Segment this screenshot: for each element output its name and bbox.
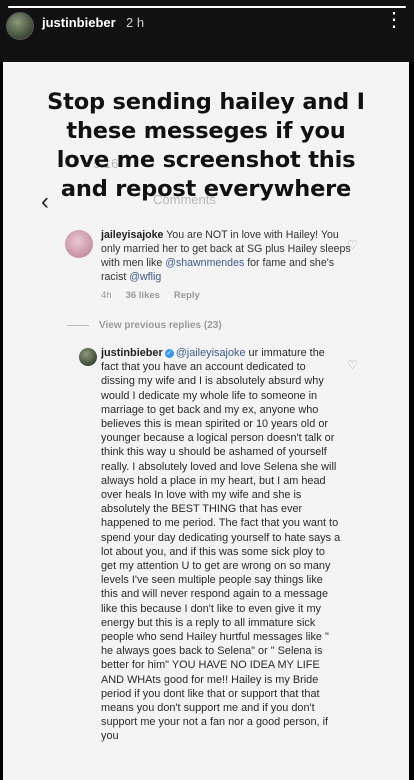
like-heart-icon[interactable]: ♡ (347, 358, 358, 372)
comment-avatar[interactable] (65, 230, 93, 258)
comment-meta: 4h 36 likes Reply (101, 290, 214, 301)
comment-body: jaileyisajoke You are NOT in love with H… (101, 229, 351, 283)
story-progress-fill (8, 6, 406, 8)
reply-username[interactable]: justinbieber (101, 347, 163, 359)
comment-likes[interactable]: 36 likes (126, 290, 160, 301)
headline-line-2: these messeges if you (66, 118, 346, 144)
mention-link[interactable]: @jaileyisajoke (176, 347, 246, 359)
headline-line-4: and repost everywhere (60, 176, 352, 202)
story-header: justinbieber 2 h ⋮ (0, 0, 414, 62)
story-progress-bar (8, 6, 406, 8)
reply-text: ur immature the fact that you have an ac… (101, 347, 341, 743)
mention-link[interactable]: @shawnmendes (165, 257, 244, 269)
reply-button[interactable]: Reply (174, 290, 200, 301)
story-time: 2 h (126, 15, 145, 30)
comment-username[interactable]: jaileyisajoke (101, 229, 163, 241)
view-previous-replies[interactable]: View previous replies (23) (67, 320, 222, 331)
like-heart-icon[interactable]: ♡ (347, 238, 358, 252)
comment-age: 4h (101, 290, 112, 301)
more-options-icon[interactable]: ⋮ (384, 10, 404, 30)
verified-badge-icon: ✓ (164, 349, 174, 358)
headline-line-1: Stop sending hailey and I (47, 89, 365, 115)
headline-line-3: love me screenshot this (56, 147, 356, 173)
mention-link[interactable]: @wflig (129, 271, 161, 283)
story-screenshot: 5:16 Comments ‹ Stop sending hailey and … (3, 62, 409, 780)
story-headline-text: Stop sending hailey and I these messeges… (3, 88, 409, 204)
reply-avatar[interactable] (79, 348, 97, 366)
story-username[interactable]: justinbieber (42, 15, 116, 30)
avatar[interactable] (6, 12, 34, 40)
reply-body: justinbieber ✓ @jaileyisajoke ur immature … (101, 346, 341, 744)
